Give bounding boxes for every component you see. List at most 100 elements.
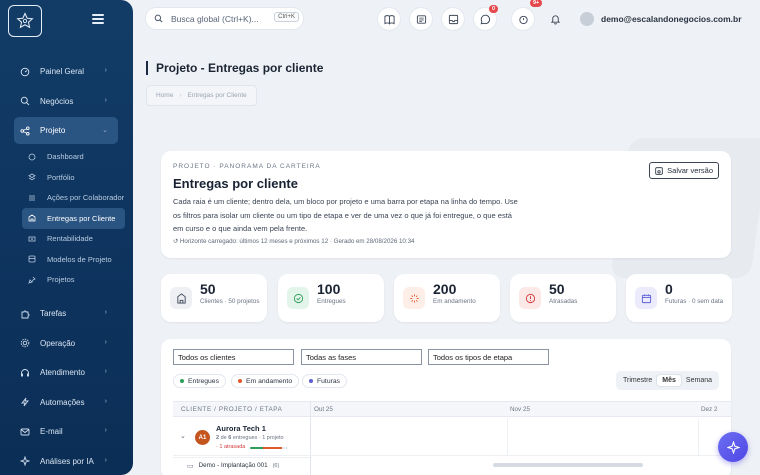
overview-eyebrow: PROJETO · PANORAMA DA CARTEIRA [173, 163, 321, 170]
submenu-label: Modelos de Projeto [47, 254, 112, 264]
lightning-icon [20, 397, 30, 407]
sidebar-item-analises-ia[interactable]: Análises por IA › [14, 448, 133, 475]
sidebar-item-email[interactable]: E-mail › [14, 418, 133, 445]
submenu-label: Rentabilidade [47, 234, 93, 244]
step-type-filter-select[interactable]: Todos os tipos de etapa [428, 349, 549, 365]
legend-dot [180, 379, 184, 383]
user-menu[interactable]: demo@escalandonegocios.com.br [580, 12, 742, 26]
client-row[interactable]: ⌄ A1 Aurora Tech 1 2 de 6 entregues · 1 … [173, 419, 310, 455]
whatsapp-button[interactable]: 0 [474, 5, 499, 30]
ai-assistant-button[interactable] [718, 432, 748, 462]
month-header: Dez 2 [701, 406, 718, 413]
breadcrumb-home[interactable]: Home [156, 92, 173, 99]
project-row[interactable]: ▭ Demo - Implantação 001 (6) [173, 457, 310, 473]
submenu-item-projetos[interactable]: Projetos [14, 270, 133, 291]
sidebar-item-tarefas[interactable]: Tarefas › [14, 300, 133, 327]
legend-entregues[interactable]: Entregues [173, 374, 226, 388]
submenu-item-dashboard[interactable]: Dashboard [14, 147, 133, 168]
news-button[interactable] [410, 8, 432, 30]
phase-filter-select[interactable]: Todas as fases [301, 349, 422, 365]
project-step-count: (6) [272, 462, 280, 469]
sidebar-item-operacao[interactable]: Operação › [14, 330, 133, 357]
sidebar-item-atendimento[interactable]: Atendimento › [14, 359, 133, 386]
breadcrumb: Home › Entregas por Cliente [146, 85, 257, 106]
stat-value: 50 [549, 281, 565, 297]
stat-card-atrasadas: 50 Atrasadas [510, 274, 616, 322]
view-trimestre[interactable]: Trimestre [618, 375, 657, 386]
done-count: 2 [216, 435, 220, 441]
user-email: demo@escalandonegocios.com.br [601, 14, 742, 24]
history-icon: ↺ [173, 238, 180, 245]
sidebar-item-automacoes[interactable]: Automações › [14, 389, 133, 416]
legend-futuras[interactable]: Futuras [302, 374, 348, 388]
sidebar-item-label: Automações [40, 397, 85, 407]
submenu-item-entregas-cliente[interactable]: Entregas por Cliente [22, 208, 125, 229]
client-filter-select[interactable]: Todos os clientes [173, 349, 294, 365]
submenu-item-modelos-projeto[interactable]: Modelos de Projeto [14, 249, 133, 270]
chevron-right-icon: › [104, 368, 107, 375]
timer-button[interactable]: 9+ [512, 0, 543, 30]
search-input[interactable]: Busca global (Ctrl+K)... [171, 14, 259, 24]
dashboard-icon [20, 67, 30, 77]
list-icon [28, 194, 36, 202]
sidebar-item-negocios[interactable]: Negócios › [14, 88, 133, 115]
building-icon [170, 287, 192, 309]
timeline-header: CLIENTE / PROJETO / ETAPA Out 25 Nov 25 … [173, 401, 731, 417]
global-search[interactable]: Busca global (Ctrl+K)... Ctrl+K [146, 8, 303, 29]
inbox-button[interactable] [442, 8, 464, 30]
sidebar: Painel Geral › Negócios › Projeto ⌄ Dash… [0, 0, 133, 475]
search-icon [20, 96, 30, 106]
stat-value: 0 [665, 281, 673, 297]
legend-em-andamento[interactable]: Em andamento [231, 374, 300, 388]
check-circle-icon [287, 287, 309, 309]
chevron-down-icon: ⌄ [102, 127, 108, 134]
stat-label: Atrasadas [549, 298, 578, 305]
breadcrumb-current: Entregas por Cliente [187, 92, 247, 99]
sidebar-item-label: Negócios [40, 96, 74, 106]
submenu-item-portfolio[interactable]: Portfólio [14, 167, 133, 188]
avatar [580, 12, 594, 26]
progress-done [250, 447, 263, 449]
view-mes[interactable]: Mês [657, 375, 681, 386]
stat-label: Entregues [317, 298, 346, 305]
horizontal-scrollbar[interactable] [493, 463, 643, 467]
sidebar-item-projeto[interactable]: Projeto ⌄ [14, 117, 118, 144]
overview-meta: ↺ Horizonte carregado: últimos 12 meses … [173, 238, 414, 245]
template-icon [28, 255, 36, 263]
gantt-card: Todos os clientes Todas as fases Todos o… [161, 339, 731, 475]
stat-label: Futuras · 0 sem data [665, 298, 724, 305]
book-button[interactable] [378, 8, 400, 30]
save-version-label: Salvar versão [667, 166, 713, 175]
headset-icon [20, 368, 30, 378]
menu-toggle-icon[interactable] [92, 14, 104, 24]
gauge-icon [28, 153, 36, 161]
submenu-label: Portfólio [47, 172, 75, 182]
building-icon [28, 214, 36, 222]
sidebar-item-label: Painel Geral [40, 67, 85, 76]
submenu-item-rentabilidade[interactable]: Rentabilidade [14, 229, 133, 250]
late-count: · 1 atrasada [216, 444, 246, 450]
month-gridline [507, 419, 508, 455]
timer-icon [518, 15, 528, 24]
stat-value: 50 [200, 281, 216, 297]
gear-icon [20, 338, 30, 348]
page-title: Projeto - Entregas por cliente [146, 61, 323, 75]
view-semana[interactable]: Semana [681, 375, 717, 386]
stat-card-entregues: 100 Entregues [278, 274, 384, 322]
logo[interactable] [8, 5, 42, 37]
month-header: Out 25 [314, 406, 333, 413]
notifications-button[interactable] [544, 8, 566, 30]
client-avatar: A1 [195, 430, 210, 445]
overview-description: Cada raia é um cliente; dentro dela, um … [173, 197, 518, 233]
sidebar-item-label: Projeto [40, 126, 66, 135]
chevron-down-icon[interactable]: ⌄ [180, 432, 186, 440]
submenu-item-acoes-colaborador[interactable]: Ações por Colaborador [14, 188, 133, 209]
view-switcher: Trimestre Mês Semana [616, 371, 719, 390]
save-version-button[interactable]: Salvar versão [649, 162, 719, 179]
stat-card-clientes: 50 Clientes · 50 projetos [161, 274, 267, 322]
stat-label: Clientes · 50 projetos [200, 298, 260, 305]
sidebar-item-painel-geral[interactable]: Painel Geral › [14, 58, 133, 85]
chevron-right-icon: › [104, 96, 107, 104]
sidebar-item-label: Tarefas [40, 309, 67, 318]
column-divider [310, 401, 311, 475]
